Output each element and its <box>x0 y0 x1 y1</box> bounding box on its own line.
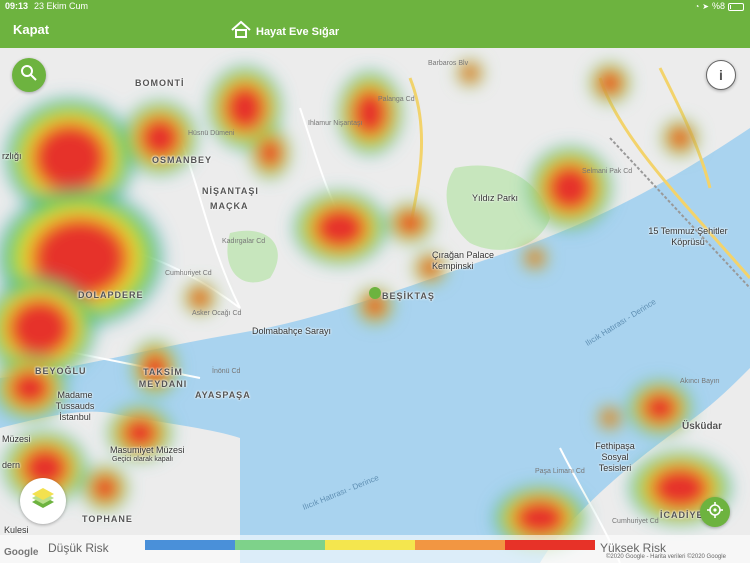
map-layers-button[interactable] <box>20 478 66 524</box>
district-label-nisantasi: NİŞANTAŞI <box>202 186 259 196</box>
legend-color-3 <box>325 540 415 550</box>
location-icon: ➤ <box>702 2 709 11</box>
poi-label-muzesi: Müzesi <box>2 434 31 444</box>
district-label-macka: MAÇKA <box>210 201 249 211</box>
info-icon: i <box>719 67 723 83</box>
poi-label-bridge: 15 Temmuz Şehitler Köprüsü <box>648 226 728 247</box>
legend-high-label: Yüksek Risk <box>600 541 667 555</box>
search-button[interactable] <box>12 58 46 92</box>
road-label-pasa-limani: Paşa Limanı Cd <box>535 468 585 475</box>
battery-percent: %8 <box>711 1 725 11</box>
district-label-dolapdere: DOLAPDERE <box>78 290 144 300</box>
poi-label-temp-closed: Geçici olarak kapalı <box>112 456 174 463</box>
map-attribution[interactable]: ©2020 Google - Harita verileri ©2020 Goo… <box>606 554 726 560</box>
locate-icon <box>707 501 723 523</box>
road-label-selmani-pak: Selmani Pak Cd <box>582 168 633 175</box>
district-label-bomonti: BOMONTİ <box>135 78 185 88</box>
legend-color-5 <box>505 540 595 550</box>
poi-label-dolmabahce: Dolmabahçe Sarayı <box>252 326 332 336</box>
road-label-asker-ocagi: Asker Ocağı Cd <box>192 310 242 317</box>
wifi-icon: ◔ <box>694 2 700 11</box>
home-logo-icon <box>230 19 252 44</box>
road-label-ihlamur: Ihlamur Nişantaşı <box>308 120 363 127</box>
status-right: ◔ ➤ %8 <box>694 0 744 13</box>
app-header: 09:13 23 Ekim Cum ◔ ➤ %8 Kapat Hayat Eve… <box>0 0 750 48</box>
close-button[interactable]: Kapat <box>13 22 49 37</box>
legend-low-label: Düşük Risk <box>48 541 109 555</box>
status-time: 09:13 <box>5 1 29 11</box>
poi-label-madame-tussauds: Madame Tussauds İstanbul <box>55 390 95 422</box>
legend-color-2 <box>235 540 325 550</box>
legend-color-4 <box>415 540 505 550</box>
road-label-inonu: İnönü Cd <box>212 368 241 375</box>
google-logo: Google <box>4 547 39 558</box>
app-title: Hayat Eve Sığar <box>256 25 340 38</box>
district-label-taksim: TAKSİM MEYDANI <box>138 367 188 389</box>
district-label-uskudar: Üsküdar <box>682 421 723 432</box>
poi-label-masumiyet: Masumiyet Müzesi <box>110 445 185 455</box>
poi-label-yildiz-parki: Yıldız Parkı <box>472 193 519 203</box>
district-label-besiktas: BEŞİKTAŞ <box>382 291 435 301</box>
app-logo: Hayat Eve Sığar <box>230 19 339 44</box>
road-label-akinci: Akıncı Bayırı <box>680 378 720 385</box>
road-label-kadirgalar: Kadırgalar Cd <box>222 238 266 245</box>
besiktas-marker-icon[interactable] <box>369 287 381 299</box>
legend-color-1 <box>145 540 235 550</box>
status-date: 23 Ekim Cum <box>34 1 89 11</box>
info-button[interactable]: i <box>706 60 736 90</box>
poi-label-fethipasa: Fethipaşa Sosyal Tesisleri <box>595 441 635 473</box>
road-label-barbaros: Barbaros Blv <box>428 60 469 67</box>
status-bar: 09:13 23 Ekim Cum ◔ ➤ %8 <box>0 0 750 13</box>
road-label-cumhuriyet: Cumhuriyet Cd <box>165 270 212 277</box>
district-label-tophane: TOPHANE <box>82 514 133 524</box>
road-label-cumhuriyet-2: Cumhuriyet Cd <box>612 518 659 525</box>
district-label-icadiye: İCADİYE <box>660 510 704 520</box>
district-label-osmanbey: OSMANBEY <box>152 155 213 165</box>
district-label-beyoglu: BEYOĞLU <box>35 366 87 376</box>
map-layers-icon <box>28 486 58 517</box>
search-icon <box>20 64 38 87</box>
locate-button[interactable] <box>700 497 730 527</box>
district-label-ayaspasa: AYASPAŞA <box>195 390 251 400</box>
road-label-husnu: Hüsnü Dümeni <box>188 130 235 137</box>
heatmap-map[interactable]: BOMONTİ OSMANBEY NİŞANTAŞI MAÇKA DOLAPDE… <box>0 48 750 563</box>
battery-icon <box>728 2 744 11</box>
poi-label-rzligi: rzlığı <box>2 151 22 161</box>
poi-label-ciragan: Çırağan Palace Kempinski <box>432 250 495 271</box>
road-label-palanga: Palanga Cd <box>378 96 415 103</box>
poi-label-kulesi: Kulesi <box>4 525 29 535</box>
poi-label-dern: dern <box>2 460 21 470</box>
